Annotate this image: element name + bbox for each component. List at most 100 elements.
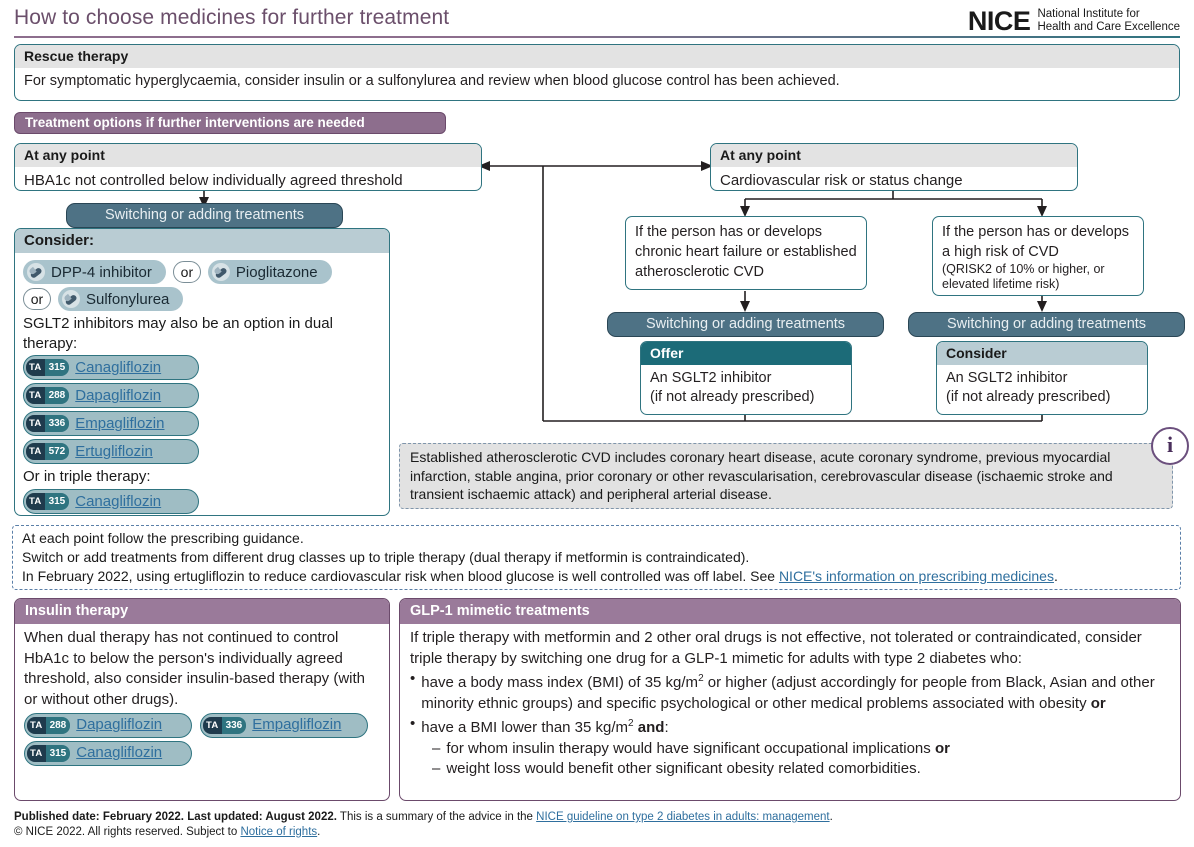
drug-class-chip-dpp4[interactable]: DPP-4 inhibitor <box>23 260 166 284</box>
guidance-line-3-post: . <box>1053 568 1058 584</box>
drug-class-row-1: DPP-4 inhibitor or Pioglitazone <box>23 260 381 284</box>
condition-text: If the person has or develops chronic he… <box>635 224 857 280</box>
glp1-heading: GLP-1 mimetic treatments <box>400 599 1180 624</box>
ta-drug-name: Canagliflozin <box>76 744 163 762</box>
ta-label: TA <box>26 359 45 376</box>
drug-class-chip-sulfonylurea[interactable]: Sulfonylurea <box>58 287 184 311</box>
footer-period-2: . <box>317 826 321 838</box>
or-separator: or <box>172 261 201 283</box>
consider-line-2: (if not already prescribed) <box>946 389 1111 405</box>
glp1-sub-2: weight loss would benefit other signific… <box>446 760 921 777</box>
glp1-intro: If triple therapy with metformin and 2 o… <box>410 629 1142 667</box>
rescue-therapy-box: Rescue therapy For symptomatic hyperglyc… <box>14 44 1180 101</box>
pill-icon <box>211 263 230 281</box>
ta-chip[interactable]: TA 336 Empagliflozin <box>200 713 368 738</box>
ta-chip[interactable]: TA 572 Ertugliflozin <box>23 439 199 464</box>
left-at-any-point-heading: At any point <box>15 144 481 167</box>
ta-number: 315 <box>44 359 70 376</box>
guidance-line-1: At each point follow the prescribing gui… <box>22 530 304 546</box>
glp1-bullet-2-pre: have a BMI lower than 35 kg/m <box>421 719 629 736</box>
ta-chip[interactable]: TA 315 Canagliflozin <box>24 741 192 766</box>
info-icon: i <box>1151 427 1189 465</box>
condition-text: If the person has or develops a high ris… <box>942 224 1130 260</box>
glp1-bullet-1-pre: have a body mass index (BMI) of 35 kg/m <box>421 674 699 691</box>
dash-marker: – <box>432 739 441 757</box>
right-stage-switching-left: Switching or adding treatments <box>607 312 884 337</box>
consider-box-right: Consider An SGLT2 inhibitor (if not alre… <box>936 341 1148 415</box>
ta-number: 572 <box>44 443 70 460</box>
ta-label: TA <box>26 415 45 432</box>
ta-chip[interactable]: TA 315 Canagliflozin <box>23 355 199 380</box>
ta-drug-name: Empagliflozin <box>75 415 165 432</box>
guidance-line-3: In February 2022, using ertugliflozin to… <box>22 567 1171 586</box>
dual-therapy-intro: SGLT2 inhibitors may also be an option i… <box>23 315 333 352</box>
ta-label: TA <box>27 717 46 734</box>
right-stage-switching-right: Switching or adding treatments <box>908 312 1185 337</box>
left-consider-heading: Consider: <box>15 229 389 253</box>
ta-badge: TA 336 <box>26 415 70 432</box>
insulin-drug-list: TA 288 Dapagliflozin TA 336 Empagliflozin … <box>24 713 380 766</box>
ta-badge: TA 315 <box>26 492 70 510</box>
ta-drug-name: Ertugliflozin <box>75 443 153 460</box>
footer-period: . <box>829 811 833 823</box>
ta-drug-name: Canagliflozin <box>75 492 162 510</box>
condition-note: (QRISK2 of 10% or higher, or elevated li… <box>942 262 1105 291</box>
condition-box-high-cvd-risk: If the person has or develops a high ris… <box>932 216 1144 296</box>
nice-guideline-link[interactable]: NICE guideline on type 2 diabetes in adu… <box>536 811 829 823</box>
guidance-line-2: Switch or add treatments from different … <box>22 549 750 565</box>
nice-logo: NICE National Institute for Health and C… <box>968 6 1180 36</box>
ta-number: 288 <box>45 717 71 734</box>
footer-published-date: Published date: February 2022. Last upda… <box>14 811 337 823</box>
glp1-bullet-2-bold: and <box>633 719 665 736</box>
offer-heading: Offer <box>641 342 851 365</box>
footer-copyright: © NICE 2022. All rights reserved. Subjec… <box>14 826 241 838</box>
info-note-text: Established atherosclerotic CVD includes… <box>410 449 1113 502</box>
rescue-therapy-heading: Rescue therapy <box>15 45 1179 68</box>
consider-heading-right: Consider <box>937 342 1147 365</box>
footer-line-2: © NICE 2022. All rights reserved. Subjec… <box>14 825 1174 840</box>
insulin-therapy-heading: Insulin therapy <box>15 599 389 624</box>
ta-chip[interactable]: TA 288 Dapagliflozin <box>24 713 192 738</box>
rescue-therapy-body: For symptomatic hyperglycaemia, consider… <box>24 73 840 89</box>
nice-strapline-line2: Health and Care Excellence <box>1037 21 1180 33</box>
ta-badge: TA 288 <box>27 717 71 734</box>
glp1-sub-1-pre: for whom insulin therapy would have sign… <box>446 739 935 757</box>
glp1-bullet-1-bold: or <box>1090 694 1106 712</box>
notice-of-rights-link[interactable]: Notice of rights <box>240 826 317 838</box>
glp1-bullet-2: • have a BMI lower than 35 kg/m2 and: <box>410 714 1170 739</box>
bullet-marker: • <box>410 715 416 732</box>
ta-drug-name: Canagliflozin <box>75 359 162 376</box>
left-at-any-point-box: At any point HBA1c not controlled below … <box>14 143 482 191</box>
page-title: How to choose medicines for further trea… <box>14 6 450 29</box>
ta-chip[interactable]: TA 288 Dapagliflozin <box>23 383 199 408</box>
offer-box: Offer An SGLT2 inhibitor (if not already… <box>640 341 852 415</box>
triple-therapy-drug-list: TA315 Canagliflozin TA418 Dapagliflozin … <box>23 488 381 516</box>
prescribing-medicines-link[interactable]: NICE's information on prescribing medici… <box>779 568 1054 584</box>
ta-badge: TA 315 <box>26 359 70 376</box>
nice-strapline: National Institute for Health and Care E… <box>1037 8 1180 34</box>
ta-number: 288 <box>44 387 70 404</box>
footer-summary-text: This is a summary of the advice in the <box>336 811 537 823</box>
footer-line-1: Published date: February 2022. Last upda… <box>14 810 1174 825</box>
glp1-box: GLP-1 mimetic treatments If triple thera… <box>399 598 1181 801</box>
glp1-sub-1-bold: or <box>934 739 950 757</box>
left-stage-switching-or-adding: Switching or adding treatments <box>66 203 343 228</box>
ta-chip[interactable]: TA 336 Empagliflozin <box>23 411 199 436</box>
ta-badge: TA 315 <box>27 745 71 762</box>
ta-label: TA <box>203 717 222 734</box>
drug-class-label: Pioglitazone <box>235 263 318 281</box>
page-header: How to choose medicines for further trea… <box>0 0 1194 40</box>
ta-number: 336 <box>221 717 247 734</box>
consider-line-1: An SGLT2 inhibitor <box>946 370 1068 386</box>
ta-label: TA <box>26 387 45 404</box>
drug-class-chip-pioglitazone[interactable]: Pioglitazone <box>207 260 332 284</box>
ta-chip[interactable]: TA 315 Canagliflozin <box>23 488 199 514</box>
title-divider <box>14 36 1180 38</box>
treatment-options-banner: Treatment options if further interventio… <box>14 112 446 134</box>
condition-box-heart-failure: If the person has or develops chronic he… <box>625 216 867 290</box>
glp1-sub-bullet-2: – weight loss would benefit other signif… <box>432 759 1170 780</box>
ta-label: TA <box>26 492 45 510</box>
pill-icon <box>62 290 80 308</box>
drug-class-label: Sulfonylurea <box>86 290 170 308</box>
ta-label: TA <box>26 443 45 460</box>
